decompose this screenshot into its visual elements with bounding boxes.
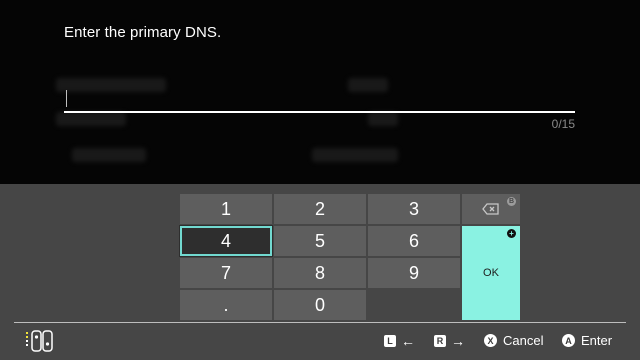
key-5[interactable]: 5 bbox=[274, 226, 366, 256]
background-row bbox=[56, 112, 126, 126]
background-row-value bbox=[348, 78, 388, 92]
key-0[interactable]: 0 bbox=[274, 290, 366, 320]
key-6[interactable]: 6 bbox=[368, 226, 460, 256]
dns-input-field[interactable] bbox=[64, 111, 575, 113]
joycon-controller-icon bbox=[26, 330, 56, 357]
l-button-icon: L bbox=[384, 335, 396, 347]
background-row bbox=[56, 78, 166, 92]
r-button-hint[interactable]: R → bbox=[434, 333, 465, 349]
r-button-icon: R bbox=[434, 335, 446, 347]
footer-hints: L ← R → X Cancel A Enter bbox=[0, 324, 640, 360]
key-dot[interactable]: . bbox=[180, 290, 272, 320]
key-1[interactable]: 1 bbox=[180, 194, 272, 224]
right-arrow-icon: → bbox=[451, 333, 465, 349]
x-button-icon: X bbox=[484, 334, 497, 347]
character-counter: 0/15 bbox=[551, 117, 575, 131]
key-4[interactable]: 4 bbox=[179, 225, 273, 257]
backspace-icon bbox=[482, 203, 499, 215]
enter-label: Enter bbox=[581, 333, 613, 348]
background-row-value bbox=[368, 112, 398, 126]
backspace-button[interactable]: B bbox=[462, 194, 520, 224]
ok-button[interactable]: OK + bbox=[462, 226, 520, 320]
key-7[interactable]: 7 bbox=[180, 258, 272, 288]
l-button-hint[interactable]: L ← bbox=[384, 333, 415, 349]
cancel-hint-button[interactable]: X Cancel bbox=[484, 333, 543, 348]
background-row-value bbox=[312, 148, 398, 162]
plus-button-badge-icon: + bbox=[507, 229, 516, 238]
a-button-icon: A bbox=[562, 334, 575, 347]
dialog-prompt: Enter the primary DNS. bbox=[64, 24, 222, 41]
footer-divider bbox=[14, 322, 626, 323]
ok-label: OK bbox=[483, 267, 499, 279]
cancel-label: Cancel bbox=[503, 333, 544, 348]
enter-hint-button[interactable]: A Enter bbox=[562, 333, 612, 348]
background-row bbox=[72, 148, 146, 162]
b-button-badge-icon: B bbox=[507, 197, 516, 206]
key-2[interactable]: 2 bbox=[274, 194, 366, 224]
key-9[interactable]: 9 bbox=[368, 258, 460, 288]
key-8[interactable]: 8 bbox=[274, 258, 366, 288]
key-3[interactable]: 3 bbox=[368, 194, 460, 224]
text-caret bbox=[66, 90, 67, 107]
left-arrow-icon: ← bbox=[401, 333, 415, 349]
input-dialog-area: Enter the primary DNS. 0/15 bbox=[0, 0, 640, 184]
